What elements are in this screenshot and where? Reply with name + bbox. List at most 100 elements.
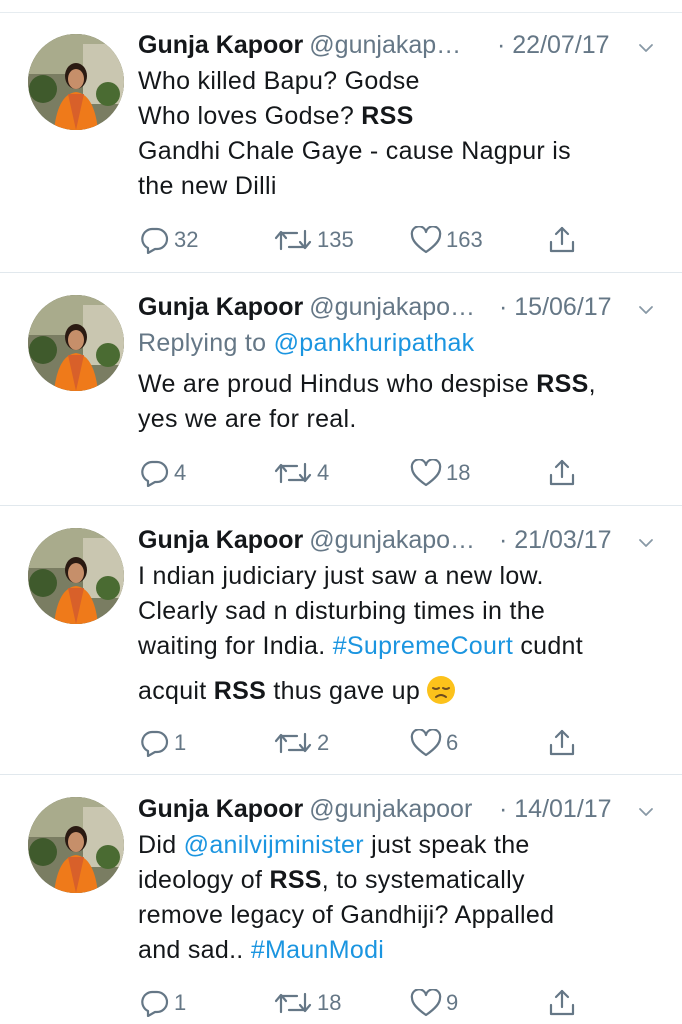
avatar[interactable] (28, 34, 124, 130)
like-button[interactable]: 6 (410, 728, 458, 758)
heart-icon (410, 459, 442, 487)
top-divider (0, 12, 682, 13)
reply-icon (140, 989, 170, 1017)
tweet-line: acquit RSS thus gave up (138, 674, 658, 709)
text-span: remove legacy of Gandhiji? Appalled (138, 901, 555, 929)
chevron-down-icon[interactable] (638, 804, 654, 820)
reply-count: 1 (174, 990, 187, 1015)
share-button[interactable] (547, 225, 577, 255)
tweet-header: Gunja Kapoor @gunjakap… (138, 28, 461, 62)
tweet-date[interactable]: · 22/07/17 (497, 28, 610, 62)
like-button[interactable]: 9 (410, 988, 458, 1018)
retweet-button[interactable]: 18 (273, 988, 341, 1018)
tweet-text: Did @anilvijminister just speak the ideol… (138, 828, 658, 968)
heart-icon (410, 226, 442, 254)
text-span: ideology of (138, 866, 270, 894)
like-count: 163 (446, 227, 483, 252)
tweet-line: Gandhi Chale Gaye - cause Nagpur is (138, 134, 658, 169)
inline-link[interactable]: #MaunModi (251, 936, 384, 964)
author-name[interactable]: Gunja Kapoor (138, 795, 303, 823)
avatar[interactable] (28, 528, 124, 624)
text-span: acquit (138, 677, 214, 705)
tweet-line: Clearly sad n disturbing times in the (138, 594, 658, 629)
heart-icon (410, 729, 442, 757)
tweet-text: We are proud Hindus who despise RSS, yes … (138, 367, 658, 437)
like-button[interactable]: 18 (410, 458, 470, 488)
author-handle[interactable]: @gunjakapo… (309, 526, 475, 554)
text-span: waiting for India. (138, 632, 333, 660)
replying-to-line: Replying to @pankhuripathak (138, 326, 658, 361)
share-icon (547, 988, 577, 1018)
author-name[interactable]: Gunja Kapoor (138, 293, 303, 321)
chevron-down-icon[interactable] (638, 302, 654, 318)
text-span: and sad.. (138, 936, 251, 964)
reply-button[interactable]: 1 (140, 728, 186, 758)
disappointed-face-icon (426, 675, 456, 705)
inline-link[interactable]: #SupremeCourt (333, 632, 513, 660)
text-span: I ndian judiciary just saw a new low. (138, 562, 544, 590)
tweet-header: Gunja Kapoor @gunjakapo… (138, 523, 475, 557)
tweet-divider (0, 505, 682, 506)
text-span: cudnt (513, 632, 583, 660)
share-icon (547, 225, 577, 255)
like-count: 6 (446, 730, 459, 755)
reply-count: 4 (174, 460, 187, 485)
replying-prefix: Replying to (138, 329, 274, 357)
retweet-count: 4 (317, 460, 330, 485)
text-span: Gandhi Chale Gaye - cause Nagpur is (138, 137, 571, 165)
retweet-count: 2 (317, 730, 330, 755)
retweet-count: 18 (317, 990, 342, 1015)
reply-button[interactable]: 4 (140, 458, 186, 488)
chevron-down-icon[interactable] (638, 535, 654, 551)
tweet-divider (0, 774, 682, 775)
author-handle[interactable]: @gunjakap… (309, 31, 461, 59)
reply-count: 1 (174, 730, 187, 755)
tweet-header: Gunja Kapoor @gunjakapoor (138, 792, 472, 826)
tweet-line: Who killed Bapu? Godse (138, 64, 658, 99)
text-span: thus gave up (266, 677, 421, 705)
author-name[interactable]: Gunja Kapoor (138, 31, 303, 59)
replying-to-link[interactable]: @pankhuripathak (274, 329, 475, 357)
avatar[interactable] (28, 295, 124, 391)
share-button[interactable] (547, 728, 577, 758)
text-span: Who killed Bapu? Godse (138, 67, 420, 95)
retweet-count: 135 (317, 227, 354, 252)
retweet-button[interactable]: 135 (273, 225, 354, 255)
share-button[interactable] (547, 988, 577, 1018)
retweet-button[interactable]: 2 (273, 728, 329, 758)
chevron-down-icon[interactable] (638, 40, 654, 56)
tweet-line: remove legacy of Gandhiji? Appalled (138, 898, 658, 933)
tweet-date[interactable]: · 21/03/17 (499, 523, 612, 557)
retweet-button[interactable]: 4 (273, 458, 329, 488)
tweet-date[interactable]: · 15/06/17 (499, 290, 612, 324)
author-handle[interactable]: @gunjakapo… (309, 293, 475, 321)
share-button[interactable] (547, 458, 577, 488)
bold-text: RSS (269, 866, 322, 894)
heart-icon (410, 989, 442, 1017)
tweet-date[interactable]: · 14/01/17 (499, 792, 612, 826)
action-bar: 4 4 18 (138, 458, 658, 488)
like-count: 9 (446, 990, 459, 1015)
text-span: Did (138, 831, 184, 859)
tweet-line: We are proud Hindus who despise RSS, (138, 367, 658, 402)
reply-icon (140, 459, 170, 487)
reply-count: 32 (174, 227, 199, 252)
avatar[interactable] (28, 797, 124, 893)
tweet-header: Gunja Kapoor @gunjakapo… (138, 290, 475, 324)
share-icon (547, 458, 577, 488)
like-count: 18 (446, 460, 471, 485)
like-button[interactable]: 163 (410, 225, 483, 255)
bold-text: RSS (361, 102, 414, 130)
author-name[interactable]: Gunja Kapoor (138, 526, 303, 554)
inline-link[interactable]: @anilvijminister (184, 831, 364, 859)
author-handle[interactable]: @gunjakapoor (309, 795, 472, 823)
text-span: We are proud Hindus who despise (138, 370, 537, 398)
tweet-line: I ndian judiciary just saw a new low. (138, 559, 658, 594)
text-span: Who loves Godse? (138, 102, 362, 130)
action-bar: 32 135 163 (138, 225, 658, 255)
reply-button[interactable]: 32 (140, 225, 198, 255)
bold-text: RSS (213, 677, 267, 705)
reply-icon (140, 729, 170, 757)
reply-button[interactable]: 1 (140, 988, 186, 1018)
bold-text: RSS (536, 370, 589, 398)
